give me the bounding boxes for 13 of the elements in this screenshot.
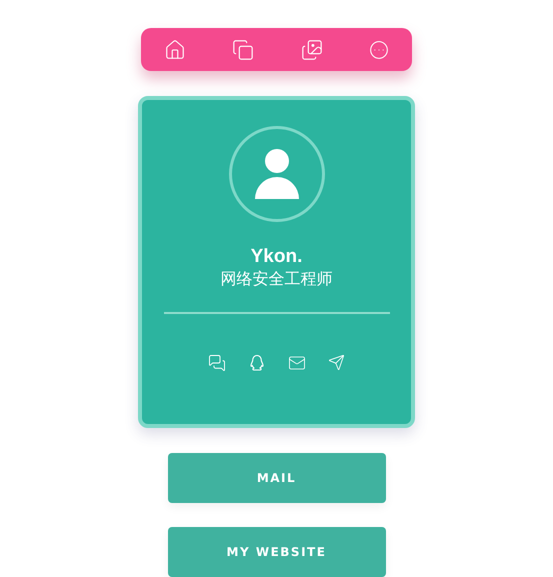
more-icon[interactable] [368,40,389,60]
profile-name: Ykon. [250,246,302,268]
windows-icon[interactable] [232,38,254,60]
send-icon[interactable] [328,354,345,372]
images-icon[interactable] [300,38,323,60]
mail-button[interactable]: MAIL [168,453,386,503]
mail-icon[interactable] [288,354,306,372]
penguin-icon[interactable] [248,354,266,372]
home-icon[interactable] [164,38,186,60]
website-button[interactable]: MY WEBSITE [168,527,386,577]
person-icon [254,149,298,199]
profile-role: 网络安全工程师 [220,269,332,290]
chat-icon[interactable] [208,354,226,372]
